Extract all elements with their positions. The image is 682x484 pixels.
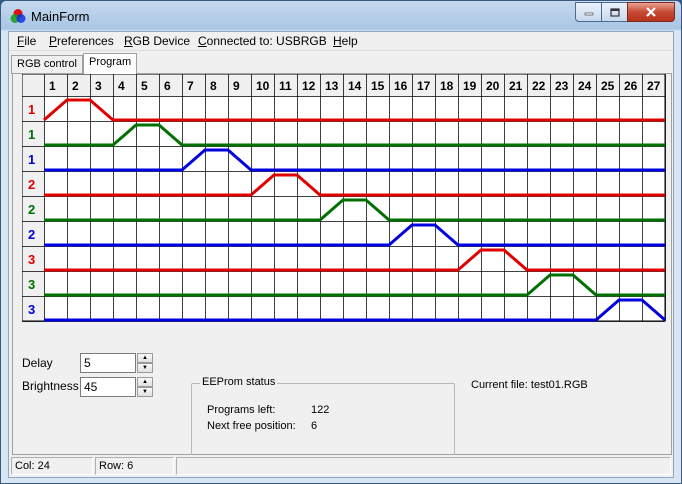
menu-file[interactable]: File <box>17 34 36 48</box>
main-window: MainForm File Preferences RGB Device Con… <box>0 0 682 484</box>
column-header-20: 20 <box>486 79 500 93</box>
column-header-26: 26 <box>624 79 638 93</box>
column-header-23: 23 <box>555 79 569 93</box>
column-header-25: 25 <box>601 79 615 93</box>
column-header-5: 5 <box>141 79 148 93</box>
brightness-input[interactable]: 45 <box>80 377 136 397</box>
row-label: 3 <box>28 252 35 267</box>
maximize-button[interactable] <box>601 2 628 22</box>
next-free-position-value: 6 <box>311 420 318 432</box>
menu-help-accel: H <box>333 34 342 48</box>
column-header-16: 16 <box>394 79 408 93</box>
row-label: 3 <box>28 277 35 292</box>
row-label: 1 <box>28 152 35 167</box>
column-header-13: 13 <box>325 79 339 93</box>
brightness-label: Brightness <box>22 379 79 393</box>
menu-connected[interactable]: Connected to: USBRGB <box>198 34 327 48</box>
column-header-21: 21 <box>509 79 523 93</box>
column-header-2: 2 <box>72 79 79 93</box>
column-header-27: 27 <box>647 79 661 93</box>
delay-label: Delay <box>22 356 53 370</box>
column-header-9: 9 <box>233 79 240 93</box>
row-label: 2 <box>28 177 35 192</box>
tab-strip: RGB control Program <box>9 53 673 75</box>
status-col: Col: 24 <box>11 457 93 475</box>
menu-rgb-device[interactable]: RGB Device <box>124 34 190 48</box>
tab-program[interactable]: Program <box>83 53 138 74</box>
column-header-11: 11 <box>279 79 292 93</box>
current-file-label: Current file: test01.RGB <box>471 379 588 391</box>
row-label: 2 <box>28 227 35 242</box>
status-extra <box>176 457 671 475</box>
menu-preferences[interactable]: Preferences <box>49 34 114 48</box>
menu-file-label: ile <box>24 34 37 48</box>
menu-help-label: elp <box>341 34 358 48</box>
column-header-19: 19 <box>463 79 477 93</box>
window-title: MainForm <box>31 9 90 24</box>
rgb-circles-icon <box>10 9 26 23</box>
programs-left-value: 122 <box>311 404 330 416</box>
column-header-4: 4 <box>118 79 125 93</box>
tab-rgb-control[interactable]: RGB control <box>11 55 83 74</box>
delay-input[interactable]: 5 <box>80 353 136 373</box>
column-header-22: 22 <box>532 79 546 93</box>
menu-connected-label: onnected to: USBRGB <box>206 34 327 48</box>
delay-spinner[interactable]: ▲ ▼ <box>137 353 153 373</box>
close-icon <box>646 7 656 17</box>
brightness-spinner[interactable]: ▲ ▼ <box>137 377 153 397</box>
program-grid[interactable]: 1 2 3 4 5 6 7 8 9 10 11 12 13 14 15 16 17 18 19 20 21 22 23 24 2… <box>22 74 667 342</box>
programs-left-label: Programs left: <box>207 404 276 416</box>
row-label: 2 <box>28 202 35 217</box>
menu-rgb-device-accel: R <box>124 34 133 48</box>
status-row: Row: 6 <box>95 457 174 475</box>
menu-rgb-device-label: GB Device <box>132 34 191 48</box>
column-header-3: 3 <box>95 79 102 93</box>
column-header-17: 17 <box>417 79 431 93</box>
next-free-position-label: Next free position: <box>207 420 296 432</box>
column-header-18: 18 <box>440 79 454 93</box>
column-header-12: 12 <box>302 79 316 93</box>
column-header-15: 15 <box>371 79 385 93</box>
status-bar: Col: 24 Row: 6 <box>9 455 673 477</box>
menu-help[interactable]: Help <box>333 34 358 48</box>
row-label: 1 <box>28 102 35 117</box>
minimize-button[interactable] <box>575 2 602 22</box>
delay-down-arrow-icon[interactable]: ▼ <box>137 363 153 373</box>
menu-bar: File Preferences RGB Device Connected to… <box>9 32 673 51</box>
column-header-24: 24 <box>578 79 592 93</box>
column-header-10: 10 <box>256 79 270 93</box>
column-header-14: 14 <box>348 79 362 93</box>
program-tab-panel: 1 2 3 4 5 6 7 8 9 10 11 12 13 14 15 16 17 18 19 20 21 22 23 24 2… <box>12 73 672 474</box>
delay-up-arrow-icon[interactable]: ▲ <box>137 353 153 363</box>
eeprom-status-title: EEProm status <box>200 376 278 388</box>
column-header-8: 8 <box>210 79 217 93</box>
row-label: 1 <box>28 127 35 142</box>
row-label: 3 <box>28 302 35 317</box>
client-area: File Preferences RGB Device Connected to… <box>8 31 674 478</box>
minimize-icon <box>584 12 593 16</box>
menu-preferences-accel: P <box>49 34 58 48</box>
column-header-6: 6 <box>164 79 171 93</box>
menu-preferences-label: references <box>57 34 114 48</box>
title-bar[interactable]: MainForm <box>1 1 681 31</box>
menu-connected-accel: C <box>198 34 207 48</box>
brightness-down-arrow-icon[interactable]: ▼ <box>137 387 153 397</box>
maximize-icon <box>609 7 620 17</box>
column-header-7: 7 <box>187 79 194 93</box>
column-header-1: 1 <box>49 79 56 93</box>
brightness-up-arrow-icon[interactable]: ▲ <box>137 377 153 387</box>
close-button[interactable] <box>627 2 675 22</box>
